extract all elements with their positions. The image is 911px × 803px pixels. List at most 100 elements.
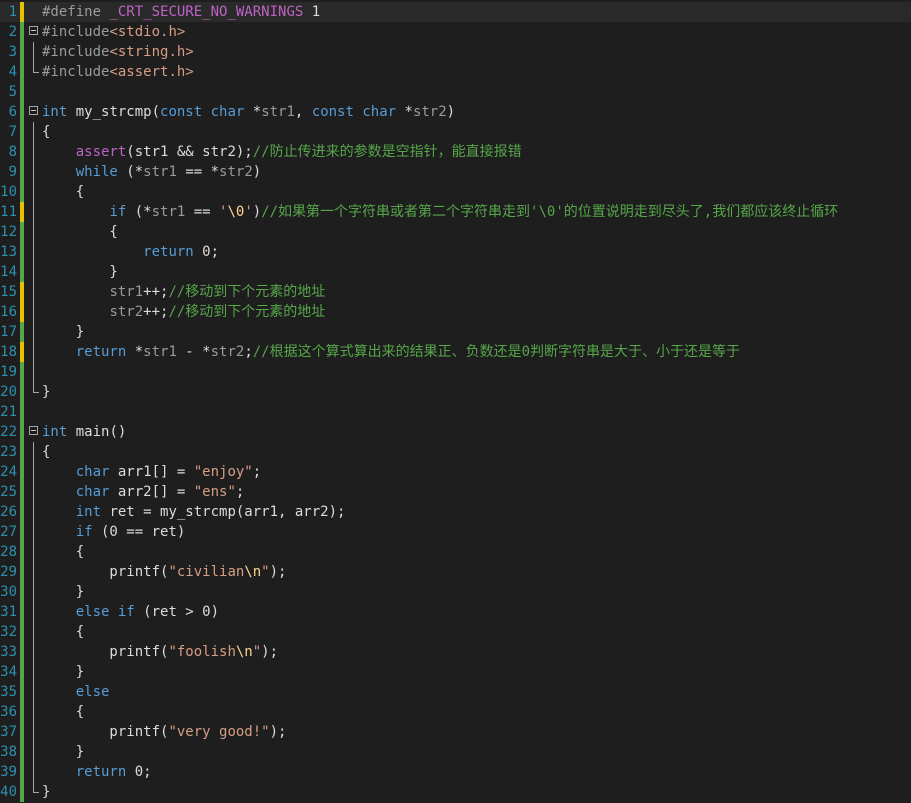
code-text[interactable]: #define _CRT_SECURE_NO_WARNINGS 1 bbox=[42, 2, 320, 22]
code-text[interactable]: return 0; bbox=[42, 762, 152, 782]
string-token: "enjoy" bbox=[193, 464, 253, 480]
code-text[interactable]: if (*str1 == '\0')//如果第一个字符串或者第二个字符串走到'\… bbox=[42, 202, 838, 222]
code-line[interactable]: 19 bbox=[0, 362, 911, 382]
text-token: ); bbox=[269, 724, 287, 740]
line-number: 33 bbox=[0, 644, 17, 660]
saved-change-marker bbox=[20, 402, 24, 422]
code-text[interactable]: { bbox=[42, 182, 84, 202]
code-text[interactable]: int my_strcmp(const char *str1, const ch… bbox=[42, 102, 455, 122]
code-line[interactable]: 26 int ret = my_strcmp(arr1, arr2); bbox=[0, 502, 911, 522]
code-line[interactable]: 31 else if (ret > 0) bbox=[0, 602, 911, 622]
outline-guide bbox=[33, 702, 34, 722]
code-editor[interactable]: 1 #define _CRT_SECURE_NO_WARNINGS 1 2 #incl… bbox=[0, 0, 911, 803]
line-number: 38 bbox=[0, 744, 17, 760]
collapse-toggle-icon[interactable] bbox=[29, 106, 38, 115]
code-line[interactable]: 10 { bbox=[0, 182, 911, 202]
code-line[interactable]: 16 str2++;//移动到下个元素的地址 bbox=[0, 302, 911, 322]
code-text[interactable]: #include<stdio.h> bbox=[42, 22, 185, 42]
code-line[interactable]: 9 while (*str1 == *str2) bbox=[0, 162, 911, 182]
code-text[interactable]: if (0 == ret) bbox=[42, 522, 186, 542]
code-text[interactable]: assert(str1 && str2);//防止传进来的参数是空指针，能直接报… bbox=[42, 142, 522, 162]
code-line[interactable]: 29 printf("civilian\n"); bbox=[0, 562, 911, 582]
code-line[interactable]: 33 printf("foolish\n"); bbox=[0, 642, 911, 662]
code-text[interactable]: { bbox=[42, 702, 84, 722]
code-text[interactable]: char arr1[] = "enjoy"; bbox=[42, 462, 261, 482]
code-line[interactable]: 5 bbox=[0, 82, 911, 102]
code-line[interactable]: 25 char arr2[] = "ens"; bbox=[0, 482, 911, 502]
code-line[interactable]: 23 { bbox=[0, 442, 911, 462]
code-text[interactable]: str2++;//移动到下个元素的地址 bbox=[42, 302, 325, 322]
code-line[interactable]: 3 #include<string.h> bbox=[0, 42, 911, 62]
code-line[interactable]: 24 char arr1[] = "enjoy"; bbox=[0, 462, 911, 482]
saved-change-marker bbox=[20, 162, 24, 182]
code-line[interactable]: 22 int main() bbox=[0, 422, 911, 442]
line-number: 7 bbox=[8, 124, 17, 140]
code-line[interactable]: 11 if (*str1 == '\0')//如果第一个字符串或者第二个字符串走… bbox=[0, 202, 911, 222]
code-text[interactable]: { bbox=[42, 122, 50, 142]
code-text[interactable]: int main() bbox=[42, 422, 126, 442]
saved-change-marker bbox=[20, 782, 24, 802]
collapse-toggle-icon[interactable] bbox=[29, 426, 38, 435]
code-text[interactable]: while (*str1 == *str2) bbox=[42, 162, 261, 182]
code-text[interactable]: return 0; bbox=[42, 242, 219, 262]
code-line[interactable]: 40} bbox=[0, 782, 911, 802]
line-number: 16 bbox=[0, 304, 17, 320]
code-line[interactable]: 6 int my_strcmp(const char *str1, const c… bbox=[0, 102, 911, 122]
code-line[interactable]: 13 return 0; bbox=[0, 242, 911, 262]
code-text[interactable]: { bbox=[42, 442, 50, 462]
code-text[interactable]: } bbox=[42, 382, 50, 402]
outline-guide bbox=[33, 642, 34, 662]
line-number: 25 bbox=[0, 484, 17, 500]
code-line[interactable]: 4 #include<assert.h> bbox=[0, 62, 911, 82]
saved-change-marker bbox=[20, 582, 24, 602]
code-line[interactable]: 17 } bbox=[0, 322, 911, 342]
code-text[interactable]: else bbox=[42, 682, 110, 702]
code-text[interactable]: return *str1 - *str2;//根据这个算式算出来的结果正、负数还… bbox=[42, 342, 740, 362]
code-text[interactable]: } bbox=[42, 582, 84, 602]
outline-guide bbox=[33, 302, 34, 322]
outline-guide bbox=[33, 182, 34, 202]
code-line[interactable]: 27 if (0 == ret) bbox=[0, 522, 911, 542]
code-text[interactable]: } bbox=[42, 262, 117, 282]
code-line[interactable]: 12 { bbox=[0, 222, 911, 242]
code-text[interactable]: } bbox=[42, 662, 84, 682]
code-text[interactable]: printf("very good!"); bbox=[42, 722, 286, 742]
code-line[interactable]: 7{ bbox=[0, 122, 911, 142]
code-line[interactable]: 39 return 0; bbox=[0, 762, 911, 782]
code-text[interactable]: } bbox=[42, 322, 84, 342]
code-text[interactable]: printf("foolish\n"); bbox=[42, 642, 278, 662]
code-text[interactable]: { bbox=[42, 542, 84, 562]
code-line[interactable]: 2 #include<stdio.h> bbox=[0, 22, 911, 42]
code-line[interactable]: 1 #define _CRT_SECURE_NO_WARNINGS 1 bbox=[0, 2, 911, 22]
code-text[interactable]: int ret = my_strcmp(arr1, arr2); bbox=[42, 502, 346, 522]
code-text[interactable]: #include<string.h> bbox=[42, 42, 194, 62]
code-line[interactable]: 36 { bbox=[0, 702, 911, 722]
collapse-toggle-icon[interactable] bbox=[29, 26, 38, 35]
code-text[interactable]: { bbox=[42, 622, 84, 642]
line-number: 1 bbox=[8, 4, 17, 20]
code-line[interactable]: 20} bbox=[0, 382, 911, 402]
code-text[interactable]: str1++;//移动到下个元素的地址 bbox=[42, 282, 325, 302]
code-line[interactable]: 21 bbox=[0, 402, 911, 422]
code-text[interactable]: char arr2[] = "ens"; bbox=[42, 482, 245, 502]
code-line[interactable]: 14 } bbox=[0, 262, 911, 282]
code-text[interactable]: } bbox=[42, 742, 84, 762]
code-line[interactable]: 18 return *str1 - *str2;//根据这个算式算出来的结果正、… bbox=[0, 342, 911, 362]
code-line[interactable]: 8 assert(str1 && str2);//防止传进来的参数是空指针，能直… bbox=[0, 142, 911, 162]
code-text[interactable]: { bbox=[42, 222, 117, 242]
code-line[interactable]: 38 } bbox=[0, 742, 911, 762]
param-token: str2 bbox=[210, 344, 245, 360]
code-line[interactable]: 15 str1++;//移动到下个元素的地址 bbox=[0, 282, 911, 302]
code-text[interactable]: } bbox=[42, 782, 50, 802]
code-text[interactable]: #include<assert.h> bbox=[42, 62, 194, 82]
code-line[interactable]: 28 { bbox=[0, 542, 911, 562]
code-line[interactable]: 35 else bbox=[0, 682, 911, 702]
code-line[interactable]: 37 printf("very good!"); bbox=[0, 722, 911, 742]
code-line[interactable]: 30 } bbox=[0, 582, 911, 602]
code-text[interactable]: printf("civilian\n"); bbox=[42, 562, 286, 582]
code-line[interactable]: 32 { bbox=[0, 622, 911, 642]
line-number: 35 bbox=[0, 684, 17, 700]
code-line[interactable]: 34 } bbox=[0, 662, 911, 682]
code-text[interactable]: else if (ret > 0) bbox=[42, 602, 219, 622]
text-token: { bbox=[42, 704, 85, 720]
